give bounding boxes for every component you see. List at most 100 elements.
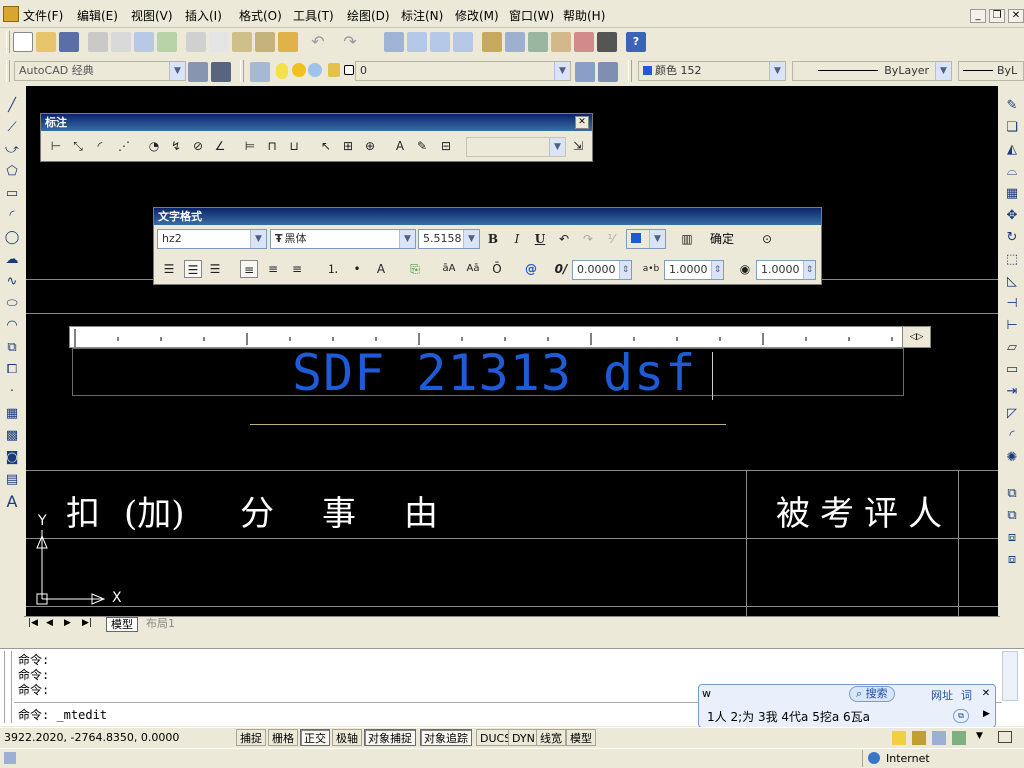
baseline-dim-icon[interactable]: ⊓ [263,137,281,155]
menu-dimension[interactable]: 标注(N) [401,7,443,24]
uppercase-list-icon[interactable]: A [372,260,390,278]
ruler-resize-handle[interactable]: ◁▷ [902,327,930,347]
workspace-save-icon[interactable] [211,62,231,82]
zoom-realtime-icon[interactable] [407,32,427,52]
ellipse-arc-icon[interactable]: ◠ [4,318,20,334]
rotate-icon[interactable]: ↻ [1004,230,1020,246]
offset-icon[interactable]: ⌓ [1004,164,1020,180]
properties-icon[interactable] [482,32,502,52]
tab-layout1[interactable]: 布局1 [142,617,179,632]
ruler-toggle-icon[interactable]: ▥ [678,230,696,248]
redo-icon[interactable]: ↷ [340,32,360,52]
next-tab-icon[interactable]: ▶ [64,618,71,628]
cut-icon[interactable] [186,32,206,52]
print-icon[interactable] [88,32,108,52]
drawing-canvas[interactable]: ◁▷ SDF 21313 dsf 扣 (加) 分 事 由 被考评人 Y X [26,86,998,616]
mtext-icon[interactable]: A [4,494,20,510]
sun-icon[interactable] [292,63,306,77]
text-height-select[interactable]: 5.5158 ▼ [418,229,480,249]
uppercase-icon[interactable]: āA [440,260,458,278]
dim-style-select[interactable]: ▼ [466,137,566,157]
tray-lock-icon[interactable] [912,731,926,745]
draworder-front-icon[interactable]: ⧉ [1004,486,1020,502]
arc-length-icon[interactable]: ◜ [91,137,109,155]
overline-icon[interactable]: Ō [488,260,506,278]
polar-button[interactable]: 极轴 [332,729,362,746]
spline-icon[interactable]: ∿ [4,274,20,290]
freeze-icon[interactable] [308,63,322,77]
mtext-justify-icon[interactable]: ☰ [184,260,202,278]
make-current-icon[interactable] [575,62,595,82]
bullets-icon[interactable]: • [348,260,366,278]
plot-icon[interactable] [157,32,177,52]
array-icon[interactable]: ▦ [1004,186,1020,202]
center-mark-icon[interactable]: ⊕ [361,137,379,155]
help-icon[interactable]: ? [626,32,646,52]
break-icon[interactable]: ▭ [1004,362,1020,378]
pan-icon[interactable] [384,32,404,52]
draworder-above-icon[interactable]: ⧈ [1004,530,1020,546]
dim-style-icon[interactable]: ⇲ [569,137,587,155]
ortho-button[interactable]: 正交 [300,729,330,746]
jogged-dim-icon[interactable]: ↯ [167,137,185,155]
ime-web-link[interactable]: 网址 [931,687,953,703]
lineweight-select[interactable]: ByL [958,61,1024,81]
lock-icon[interactable] [328,63,340,77]
options-icon[interactable]: ⊙ [758,230,776,248]
text-color-select[interactable]: ▼ [626,229,666,249]
hatch-icon[interactable]: ▦ [4,406,20,422]
aligned-dim-icon[interactable]: ⤡ [69,137,87,155]
move-icon[interactable]: ✥ [1004,208,1020,224]
oblique-angle-input[interactable]: 0.0000 ⇕ [572,260,632,280]
paragraph-icon[interactable]: ☰ [206,260,224,278]
fillet-icon[interactable]: ◜ [1004,428,1020,444]
paste-icon[interactable] [232,32,252,52]
tab-model[interactable]: 模型 [106,617,138,632]
radius-dim-icon[interactable]: ◔ [145,137,163,155]
menu-modify[interactable]: 修改(M) [455,7,499,24]
rectangle-icon[interactable]: ▭ [4,186,20,202]
color-select[interactable]: 颜色 152 ▼ [638,61,786,81]
insert-field-icon[interactable]: ⎘ [406,260,424,278]
linear-dim-icon[interactable]: ⊢ [47,137,65,155]
first-tab-icon[interactable]: |◀ [28,618,38,628]
ime-search-button[interactable]: ⌕ 搜索 [849,686,895,702]
ordinate-dim-icon[interactable]: ⋰ [115,137,133,155]
extend-icon[interactable]: ⊢ [1004,318,1020,334]
symbol-icon[interactable]: @ [522,260,540,278]
restore-button[interactable]: ❐ [989,9,1005,23]
copy-icon[interactable] [209,32,229,52]
model-button[interactable]: 模型 [566,729,596,746]
app-icon[interactable] [3,6,19,22]
stretch-icon[interactable]: ◺ [1004,274,1020,290]
menu-draw[interactable]: 绘图(D) [347,7,390,24]
tolerance-icon[interactable]: ⊞ [339,137,357,155]
region-icon[interactable]: ◙ [4,450,20,466]
dim-update-icon[interactable]: ⊟ [437,137,455,155]
linetype-select[interactable]: ByLayer ▼ [792,61,952,81]
dyn-button[interactable]: DYN [508,729,539,746]
underline-button[interactable]: U [531,230,549,248]
save-icon[interactable] [59,32,79,52]
dim-text-edit-icon[interactable]: ✎ [413,137,431,155]
menu-format[interactable]: 格式(O) [239,7,282,24]
ime-next-page-icon[interactable]: ▶ [983,709,990,719]
sheetset-icon[interactable] [551,32,571,52]
grid-button[interactable]: 栅格 [268,729,298,746]
gradient-icon[interactable]: ▩ [4,428,20,444]
align-center-icon[interactable]: ≡ [264,260,282,278]
diameter-dim-icon[interactable]: ⊘ [189,137,207,155]
tray-warning-icon[interactable] [892,731,906,745]
redo-text-icon[interactable]: ↷ [579,230,597,248]
columns-icon[interactable]: ☰ [160,260,178,278]
xline-icon[interactable]: ⟋ [4,120,20,136]
table-icon[interactable]: ▤ [4,472,20,488]
ime-close-icon[interactable]: ✕ [979,687,993,701]
arc-icon[interactable]: ◜ [4,208,20,224]
layer-color-icon[interactable] [344,65,354,75]
break-point-icon[interactable]: ▱ [1004,340,1020,356]
revcloud-icon[interactable]: ☁ [4,252,20,268]
prev-tab-icon[interactable]: ◀ [46,618,53,628]
publish-icon[interactable] [134,32,154,52]
layer-select[interactable]: 0 ▼ [355,61,571,81]
